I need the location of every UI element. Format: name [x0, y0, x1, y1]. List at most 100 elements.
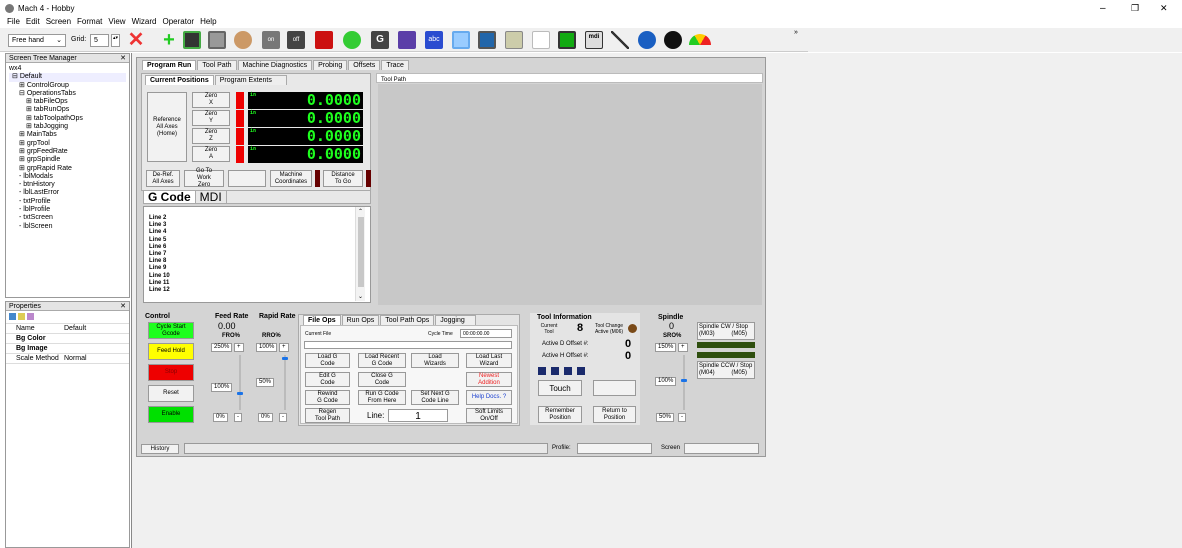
tab-probing[interactable]: Probing [313, 60, 348, 70]
close-gcode-button[interactable]: Close G Code [358, 372, 406, 387]
tab-jogging[interactable]: Jogging [435, 315, 476, 325]
rewind-gcode-button[interactable]: Rewind G Code [305, 390, 350, 405]
tab-program-extents[interactable]: Program Extents [214, 75, 287, 85]
zero-z-button[interactable]: Zero Z [192, 128, 230, 144]
tab-program-run[interactable]: Program Run [142, 60, 197, 70]
fro-plus-button[interactable]: + [234, 343, 244, 352]
toolpath-view[interactable] [378, 84, 762, 305]
touch-button[interactable]: Touch [538, 380, 582, 396]
rro-slider-knob[interactable] [282, 357, 288, 360]
dro-icon[interactable] [315, 31, 333, 49]
tool-icon[interactable] [638, 31, 656, 49]
newest-addition-button[interactable]: Newest Addition [466, 372, 512, 387]
sro-plus-button[interactable]: + [678, 343, 688, 352]
lock-icon[interactable] [27, 313, 35, 320]
events-icon[interactable] [18, 313, 26, 320]
rro-plus-button[interactable]: + [279, 343, 289, 352]
distance-to-go-button[interactable]: Distance To Go [323, 170, 363, 187]
x-dro[interactable]: in 0.0000 [248, 92, 363, 109]
fro-min-button[interactable]: 0% [213, 413, 228, 422]
textbox-icon[interactable] [452, 31, 470, 49]
tree-item[interactable]: - lblModals [9, 173, 126, 181]
save-icon[interactable] [558, 31, 576, 49]
reference-all-axes-button[interactable]: Reference All Axes (Home) [147, 92, 187, 162]
cycle-start-button[interactable]: Cycle Start Gcode [148, 322, 194, 339]
tree-item[interactable]: ⊞ tabToolpathOps [9, 115, 126, 123]
slider-icon[interactable] [478, 31, 496, 49]
soft-limits-button[interactable]: Soft Limits On/Off [466, 408, 512, 423]
tab-offsets[interactable]: Offsets [348, 60, 381, 70]
menu-operator[interactable]: Operator [159, 17, 197, 27]
tree-item[interactable]: ⊞ MainTabs [9, 131, 126, 139]
grid-spinner[interactable]: ▴▾ [111, 34, 120, 47]
set-next-line-button[interactable]: Set Next G Code Line [411, 390, 459, 405]
mdi-icon[interactable]: mdi [585, 31, 603, 49]
z-dro[interactable]: in 0.0000 [248, 128, 363, 145]
panel-icon[interactable] [183, 31, 201, 49]
spindle-icon[interactable] [664, 31, 682, 49]
machine-coordinates-button[interactable]: Machine Coordinates [270, 170, 312, 187]
zero-a-button[interactable]: Zero A [192, 146, 230, 162]
grid-input[interactable]: 5 [90, 34, 109, 47]
menu-format[interactable]: Format [74, 17, 105, 27]
close-icon[interactable]: ✕ [120, 54, 129, 63]
delete-icon[interactable]: ✕ [127, 30, 145, 50]
tree-item[interactable]: ⊞ ControlGroup [9, 82, 126, 90]
sro-slider-track[interactable] [683, 355, 685, 410]
tree-item[interactable]: - btnHistory [9, 181, 126, 189]
tree-root[interactable]: wx4 [9, 65, 126, 73]
menu-edit[interactable]: Edit [23, 17, 43, 27]
close-icon[interactable]: ✕ [120, 302, 129, 311]
gcode-icon[interactable]: G [371, 31, 389, 49]
tree-item[interactable]: ⊞ grpTool [9, 140, 126, 148]
spindle-ccw-button[interactable]: Spindle CCW / Stop (M04) (M05) [697, 361, 755, 379]
tree-item[interactable]: ⊟ OperationsTabs [9, 90, 126, 98]
fro-slider-knob[interactable] [237, 392, 243, 395]
sro-min-button[interactable]: 50% [656, 413, 675, 422]
sro-slider-knob[interactable] [681, 379, 687, 382]
tree-item[interactable]: ⊞ tabFileOps [9, 98, 126, 106]
fro-minus-button[interactable]: - [234, 413, 242, 422]
tab-trace[interactable]: Trace [381, 60, 409, 70]
property-row[interactable]: Bg Color [6, 333, 129, 343]
tab-mdi[interactable]: MDI [196, 191, 227, 203]
tab-file-ops[interactable]: File Ops [303, 315, 341, 325]
folder-icon[interactable] [505, 31, 523, 49]
rro-slider-track[interactable] [284, 355, 286, 410]
tree-item[interactable]: - lblScreen [9, 223, 126, 231]
reset-button[interactable]: Reset [148, 385, 194, 402]
menu-wizard[interactable]: Wizard [129, 17, 160, 27]
property-row[interactable]: Bg Image [6, 343, 129, 353]
tree-item[interactable]: ⊞ grpFeedRate [9, 148, 126, 156]
tree-item[interactable]: ⊞ tabRunOps [9, 106, 126, 114]
help-docs-button[interactable]: Help Docs. ? [466, 390, 512, 405]
bookmark-icon[interactable] [532, 31, 550, 49]
scroll-thumb[interactable] [358, 217, 364, 287]
history-button[interactable]: History [141, 444, 179, 454]
remember-position-button[interactable]: Remember Position [538, 406, 582, 423]
image-icon[interactable] [234, 31, 252, 49]
toolbar-overflow[interactable]: » [794, 29, 798, 36]
load-gcode-button[interactable]: Load G Code [305, 353, 350, 368]
sro-max-button[interactable]: 150% [655, 343, 677, 352]
goto-work-zero-button[interactable]: Go To Work Zero [184, 168, 224, 188]
load-last-wizard-button[interactable]: Load Last Wizard [466, 353, 512, 368]
tree-item[interactable]: - lblProfile [9, 206, 126, 214]
stop-button[interactable]: Stop [148, 364, 194, 381]
fro-max-button[interactable]: 250% [211, 343, 233, 352]
toggle-off-icon[interactable]: off [287, 31, 305, 49]
menu-screen[interactable]: Screen [43, 17, 74, 27]
a-dro[interactable]: in 0.0000 [248, 146, 363, 163]
led-icon[interactable] [343, 31, 361, 49]
line-input[interactable]: 1 [388, 409, 448, 422]
add-icon[interactable]: + [160, 30, 178, 50]
tab-machine-diagnostics[interactable]: Machine Diagnostics [237, 60, 313, 70]
menu-help[interactable]: Help [197, 17, 219, 27]
tree-item[interactable]: ⊟ Default [9, 73, 126, 82]
tab-current-positions[interactable]: Current Positions [145, 75, 214, 85]
tab-gcode[interactable]: G Code [144, 191, 196, 203]
run-from-here-button[interactable]: Run G Code From Here [358, 390, 406, 405]
rro-minus-button[interactable]: - [279, 413, 287, 422]
toggle-on-icon[interactable]: on [262, 31, 280, 49]
tree-item[interactable]: ⊞ tabJogging [9, 123, 126, 131]
